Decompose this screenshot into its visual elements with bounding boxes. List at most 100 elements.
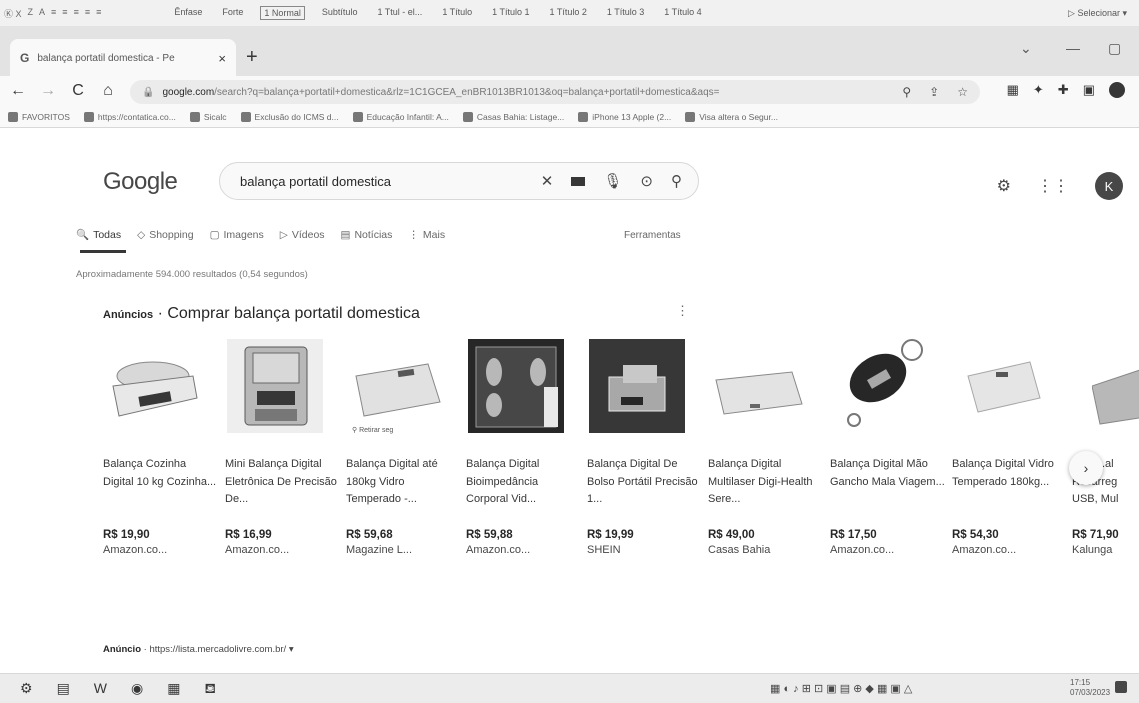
product-card[interactable]: Balança Digital De Bolso Portátil Precis… [587, 336, 703, 556]
reload-icon[interactable]: C [66, 82, 90, 100]
bookmark-item[interactable]: https://contatica.co... [83, 111, 176, 122]
product-name[interactable]: Balança Digital Vidro Temperado 180kg... [952, 456, 1068, 526]
extension-icon[interactable]: ▦ [1007, 82, 1019, 98]
product-name[interactable]: Balança Digital Multilaser Digi-Health S… [708, 456, 824, 526]
search-input[interactable]: balança portatil domestica ✕ 🎙 ⊙ ⚲ [219, 162, 699, 200]
ribbon-style[interactable]: 1 Ttul - el... [374, 6, 425, 20]
keyboard-icon[interactable] [571, 176, 586, 186]
product-name[interactable]: Balança Digital Mão Gancho Mala Viagem..… [830, 456, 946, 526]
ribbon-format-button[interactable]: Z [28, 7, 34, 20]
tab-imagens[interactable]: ▢ Imagens [210, 228, 264, 241]
product-image[interactable]: ⚲ Retirar seg [346, 336, 446, 436]
ribbon-format-button[interactable]: ≡ [62, 7, 67, 20]
bookmark-item[interactable]: Visa altera o Segur... [685, 111, 778, 122]
product-name[interactable]: Balança Digital De Bolso Portátil Precis… [587, 456, 703, 526]
notification-icon[interactable] [1115, 681, 1127, 693]
bookmark-item[interactable]: Exclusão do ICMS d... [240, 111, 339, 122]
puzzle-icon[interactable]: ✚ [1058, 82, 1069, 98]
chevron-down-icon[interactable]: ⌄ [1020, 40, 1032, 57]
tab-vdeos[interactable]: ▷ Vídeos [280, 228, 325, 241]
ribbon-style[interactable]: Ênfase [171, 6, 205, 20]
start-icon[interactable]: ⚙ [20, 680, 33, 699]
product-image[interactable] [466, 336, 566, 436]
ribbon-style[interactable]: 1 Normal [260, 6, 305, 20]
word-icon[interactable]: W [94, 680, 107, 699]
share-icon[interactable]: ⇪ [929, 85, 939, 99]
product-card[interactable]: Balança Digital Mão Gancho Mala Viagem..… [830, 336, 946, 556]
bookmark-item[interactable]: FAVORITOS [8, 111, 70, 122]
ribbon-style[interactable]: 1 Título 4 [661, 6, 704, 20]
search-icon[interactable]: ⚲ [671, 172, 682, 190]
ribbon-format-button[interactable]: ≡ [96, 7, 101, 20]
app-icon[interactable]: ⛾ [204, 680, 215, 699]
ribbon-select-button[interactable]: ▷ Selecionar ▾ [1068, 8, 1127, 19]
ad-result-line[interactable]: Anúncio · https://lista.mercadolivre.com… [103, 644, 294, 655]
bookmark-item[interactable]: Casas Bahia: Listage... [462, 111, 564, 122]
vpn-icon[interactable]: ✦ [1033, 82, 1044, 98]
product-name[interactable]: Balança Cozinha Digital 10 kg Cozinha... [103, 456, 219, 526]
address-bar[interactable]: 🔒 google.com/search?q=balança+portatil+d… [130, 80, 980, 104]
tab-shopping[interactable]: ◇ Shopping [137, 228, 193, 241]
ribbon-format-buttons[interactable]: Ⓚ X Z A ≡ ≡ ≡ ≡ ≡ [0, 7, 101, 20]
system-tray[interactable]: ▦ ◐ ♪ ⊞ ⊡ ▣ ▤ ⊕ ◆ ▦ ▣ △ [770, 682, 912, 695]
product-card[interactable]: Balança Digital Bioimpedância Corporal V… [466, 336, 582, 556]
product-image[interactable] [587, 336, 687, 436]
ribbon-style[interactable]: Subtítulo [319, 6, 361, 20]
product-name[interactable]: Balança Digital Bioimpedância Corporal V… [466, 456, 582, 526]
apps-grid-icon[interactable]: ⋮⋮ [1037, 176, 1069, 196]
sidebar-icon[interactable]: ▣ [1083, 82, 1095, 98]
product-card[interactable]: Balança Cozinha Digital 10 kg Cozinha...… [103, 336, 219, 556]
bookmark-item[interactable]: iPhone 13 Apple (2... [578, 111, 671, 122]
product-image[interactable] [708, 336, 808, 436]
ribbon-format-button[interactable]: A [39, 7, 45, 20]
ribbon-style[interactable]: Forte [219, 6, 246, 20]
microphone-icon[interactable]: 🎙 [603, 172, 622, 190]
forward-arrow-icon[interactable]: → [36, 82, 60, 100]
profile-icon[interactable] [1109, 82, 1125, 98]
ribbon-style[interactable]: 1 Título 2 [547, 6, 590, 20]
tab-todas[interactable]: 🔍 Todas [76, 228, 121, 242]
chrome-icon[interactable]: ◉ [131, 680, 143, 699]
ribbon-style[interactable]: 1 Título [439, 6, 475, 20]
tab-mais[interactable]: ⋮ Mais [408, 228, 445, 241]
outlook-icon[interactable]: ▤ [57, 680, 70, 699]
back-arrow-icon[interactable]: ← [6, 82, 30, 100]
product-image[interactable] [225, 336, 325, 436]
home-icon[interactable]: ⌂ [96, 82, 120, 100]
minimize-button[interactable]: — [1066, 40, 1080, 56]
product-name[interactable]: Balança Digital até 180kg Vidro Temperad… [346, 456, 462, 526]
product-image[interactable] [1072, 336, 1139, 436]
carousel-next-button[interactable]: › [1069, 451, 1103, 485]
product-image[interactable] [830, 336, 930, 436]
ads-menu-icon[interactable]: ⋮ [676, 303, 689, 319]
tab-notcias[interactable]: ▤ Notícias [341, 228, 393, 241]
product-card[interactable]: Balança Digital Multilaser Digi-Health S… [708, 336, 824, 556]
bookmark-star-icon[interactable]: ☆ [957, 85, 968, 99]
maximize-button[interactable]: ▢ [1108, 40, 1121, 57]
product-card[interactable]: Mini Balança Digital Eletrônica De Preci… [225, 336, 341, 556]
tools-button[interactable]: Ferramentas [624, 230, 681, 241]
ribbon-format-button[interactable]: Ⓚ X [4, 7, 22, 20]
ribbon-format-button[interactable]: ≡ [51, 7, 56, 20]
product-name[interactable]: Mini Balança Digital Eletrônica De Preci… [225, 456, 341, 526]
ribbon-format-button[interactable]: ≡ [74, 7, 79, 20]
clear-icon[interactable]: ✕ [541, 172, 554, 190]
ribbon-style[interactable]: 1 Título 3 [604, 6, 647, 20]
product-image[interactable] [103, 336, 203, 436]
camera-search-icon[interactable]: ⊙ [640, 172, 653, 190]
product-card[interactable]: ⚲ Retirar seg Balança Digital até 180kg V… [346, 336, 462, 556]
product-card[interactable]: Balança Digital Vidro Temperado 180kg...… [952, 336, 1068, 556]
ribbon-format-button[interactable]: ≡ [85, 7, 90, 20]
gear-icon[interactable]: ⚙ [997, 176, 1011, 196]
search-query[interactable]: balança portatil domestica [240, 174, 541, 189]
browser-tab[interactable]: G balança portatil domestica - Pe × [10, 39, 236, 77]
bookmark-item[interactable]: Educação Infantil: A... [352, 111, 449, 122]
product-image[interactable] [952, 336, 1052, 436]
avatar[interactable]: K [1095, 172, 1123, 200]
new-tab-button[interactable]: + [246, 46, 258, 69]
ribbon-style[interactable]: 1 Título 1 [489, 6, 532, 20]
photos-icon[interactable]: ▦ [167, 680, 180, 699]
tab-close-icon[interactable]: × [218, 51, 226, 66]
location-icon[interactable]: ⚲ [902, 85, 911, 99]
product-card[interactable]: ...ça ...al Recarreg USB, MulR$ 71,90Kal… [1072, 336, 1139, 556]
